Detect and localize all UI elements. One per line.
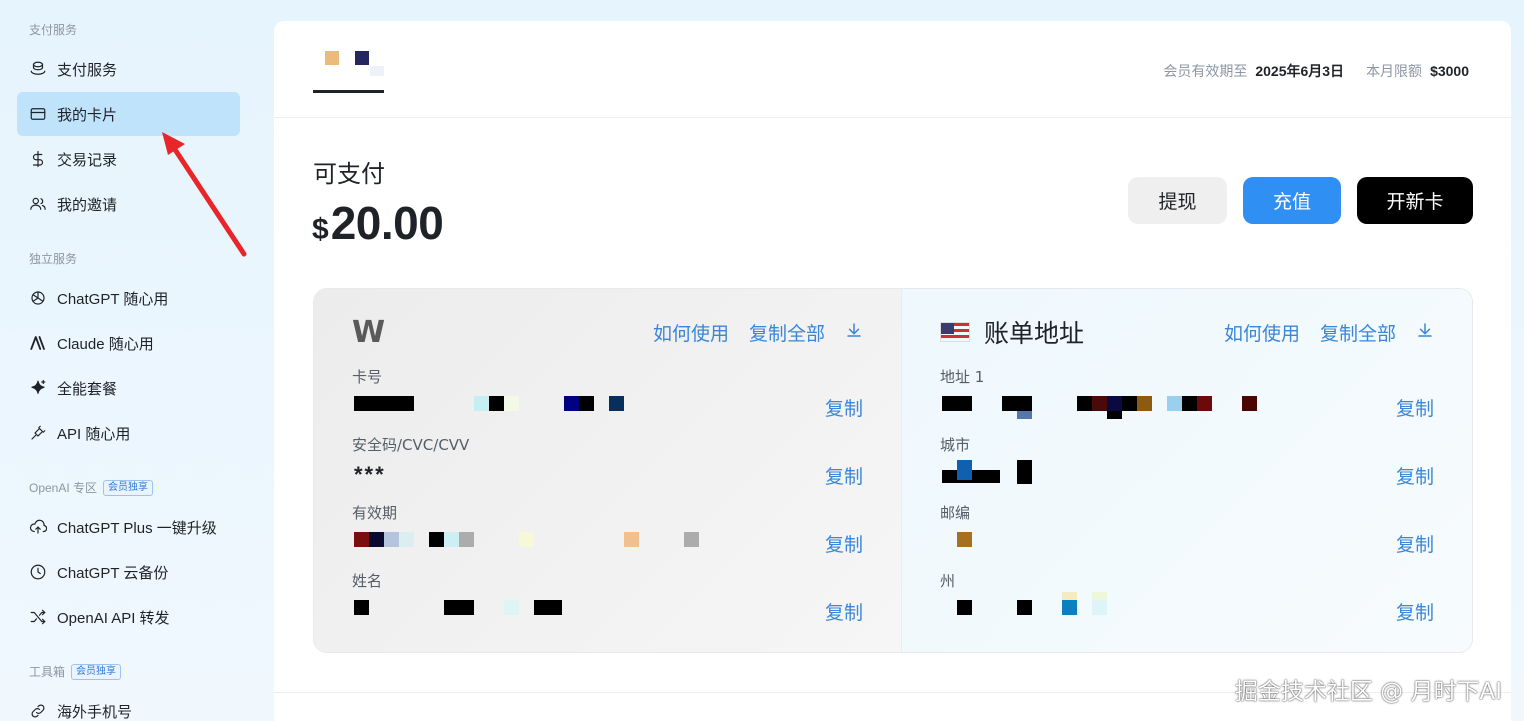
copy-address-button[interactable]: 复制: [1396, 394, 1434, 421]
upload-cloud-icon: [29, 518, 47, 536]
copy-city-button[interactable]: 复制: [1396, 462, 1434, 489]
membership-info: 会员有效期至 2025年6月3日 本月限额 $3000: [1163, 61, 1469, 81]
sidebar-item-transactions[interactable]: 交易记录: [17, 137, 240, 181]
member-expiry-value: 2025年6月3日: [1255, 63, 1345, 79]
billing-how-to-use-link[interactable]: 如何使用: [1224, 319, 1300, 346]
billing-header: 账单地址 如何使用 复制全部: [940, 317, 1434, 348]
copy-all-link[interactable]: 复制全部: [749, 319, 825, 346]
redacted-block: [354, 396, 414, 411]
billing-title: 账单地址: [984, 319, 1085, 348]
clock-icon: [29, 563, 47, 581]
copy-cvv-button[interactable]: 复制: [825, 462, 863, 489]
sidebar-item-my-cards[interactable]: 我的卡片: [17, 92, 240, 136]
balance-value: 20.00: [330, 197, 444, 249]
cardholder-name-field: 姓名 复制: [352, 572, 863, 625]
copy-state-button[interactable]: 复制: [1396, 598, 1434, 625]
sidebar-item-payment[interactable]: 支付服务: [17, 47, 240, 91]
balance-amount: $ 20.00: [312, 196, 444, 250]
sidebar-item-invitations[interactable]: 我的邀请: [17, 182, 240, 226]
sidebar-item-chatgpt[interactable]: ChatGPT 随心用: [17, 276, 240, 320]
sidebar-item-overseas-phone[interactable]: 海外手机号: [17, 689, 240, 721]
sparkle-icon: [29, 379, 47, 397]
state-field: 州 复制: [940, 572, 1434, 625]
member-only-badge: 会员独享: [103, 480, 154, 496]
users-icon: [29, 195, 47, 213]
expiry-field: 有效期 复制: [352, 504, 863, 557]
available-label: 可支付: [313, 161, 385, 188]
new-card-button[interactable]: 开新卡: [1357, 177, 1473, 224]
copy-zip-button[interactable]: 复制: [1396, 530, 1434, 557]
copy-card-number-button[interactable]: 复制: [825, 394, 863, 421]
card-info-header: W 如何使用 复制全部: [352, 314, 863, 350]
card-brand-tab[interactable]: [313, 49, 384, 93]
withdraw-button[interactable]: 提现: [1128, 177, 1227, 224]
dollar-icon: [29, 150, 47, 168]
watermark: 掘金技术社区 @ 月时下AI: [1234, 679, 1502, 705]
address-field: 地址 1 复制: [940, 368, 1434, 421]
card-number-field: 卡号 复制: [352, 368, 863, 421]
topup-button[interactable]: 充值: [1243, 177, 1341, 224]
sidebar-item-api[interactable]: API 随心用: [17, 411, 240, 455]
shuffle-icon: [29, 608, 47, 626]
section-title-openai: OpenAI 专区 会员独享: [29, 480, 154, 496]
city-field: 城市 复制: [940, 436, 1434, 489]
sidebar-item-claude[interactable]: Claude 随心用: [17, 321, 240, 365]
sidebar-item-openai-api-forward[interactable]: OpenAI API 转发: [17, 595, 240, 639]
card-icon: [29, 105, 47, 123]
openai-icon: [29, 289, 47, 307]
copy-name-button[interactable]: 复制: [825, 598, 863, 625]
how-to-use-link[interactable]: 如何使用: [653, 319, 729, 346]
top-bar: 会员有效期至 2025年6月3日 本月限额 $3000: [274, 21, 1511, 118]
cvv-value: ***: [354, 462, 386, 487]
download-icon[interactable]: [1416, 321, 1434, 344]
card-details-panel: W 如何使用 复制全部 卡号 复制 安全码/CVC/CVV *** 复制 有效期…: [313, 288, 1473, 653]
card-brand-logo: W: [352, 314, 385, 350]
main-panel: 会员有效期至 2025年6月3日 本月限额 $3000 可支付 $ 20.00 …: [274, 21, 1511, 721]
sidebar-item-chatgpt-backup[interactable]: ChatGPT 云备份: [17, 550, 240, 594]
link-icon: [29, 702, 47, 720]
download-icon[interactable]: [845, 321, 863, 344]
zip-field: 邮编 复制: [940, 504, 1434, 557]
cvv-field: 安全码/CVC/CVV *** 复制: [352, 436, 863, 489]
monthly-limit-label: 本月限额: [1366, 63, 1423, 79]
member-expiry-label: 会员有效期至: [1163, 63, 1248, 79]
monthly-limit-value: $3000: [1430, 63, 1469, 79]
currency-symbol: $: [312, 213, 329, 246]
sidebar-item-chatgpt-plus[interactable]: ChatGPT Plus 一键升级: [17, 505, 240, 549]
plug-icon: [29, 424, 47, 442]
section-title-standalone: 独立服务: [29, 252, 78, 266]
member-only-badge: 会员独享: [71, 664, 122, 680]
section-title-payment: 支付服务: [29, 23, 78, 37]
coins-icon: [29, 60, 47, 78]
billing-copy-all-link[interactable]: 复制全部: [1320, 319, 1396, 346]
section-title-toolbox: 工具箱 会员独享: [29, 664, 122, 680]
card-info: W 如何使用 复制全部 卡号 复制 安全码/CVC/CVV *** 复制 有效期…: [314, 289, 901, 652]
sidebar-item-all-in-one[interactable]: 全能套餐: [17, 366, 240, 410]
us-flag-icon: [940, 322, 970, 342]
billing-address: 账单地址 如何使用 复制全部 地址 1 复制 城市 复制 邮编 复制 州 复制: [901, 289, 1472, 652]
copy-expiry-button[interactable]: 复制: [825, 530, 863, 557]
anthropic-icon: [29, 334, 47, 352]
